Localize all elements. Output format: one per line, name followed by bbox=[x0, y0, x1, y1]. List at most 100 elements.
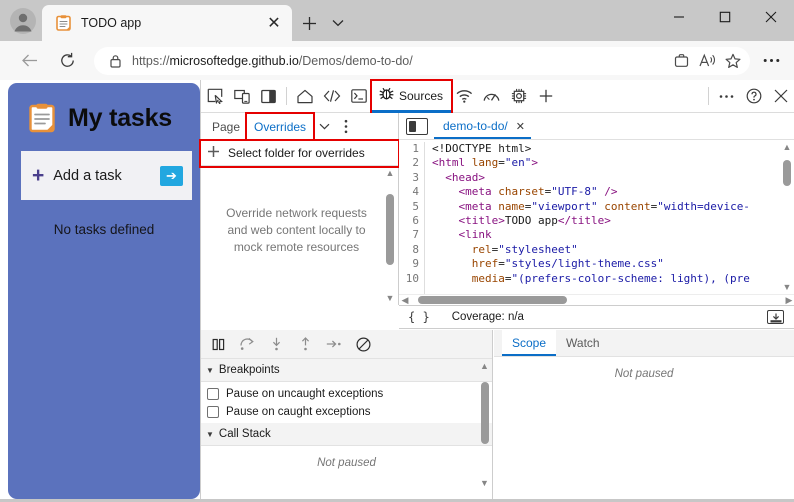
step-out-button[interactable] bbox=[293, 332, 317, 356]
dock-bottom-icon[interactable] bbox=[767, 310, 784, 324]
editor-vertical-scrollbar[interactable]: ▲ ▼ bbox=[781, 142, 793, 292]
code-line[interactable]: <head> bbox=[432, 171, 794, 185]
read-aloud-icon[interactable] bbox=[694, 48, 720, 74]
code-lines[interactable]: <!DOCTYPE html> <html lang="en"> <head> <… bbox=[425, 142, 794, 305]
close-tab-icon[interactable]: ✕ bbox=[264, 13, 284, 33]
checkbox[interactable] bbox=[207, 388, 219, 400]
scope-watch-tabs: Scope Watch bbox=[494, 330, 794, 357]
tab-sources[interactable]: Sources bbox=[369, 78, 454, 114]
code-line[interactable]: <meta charset="UTF-8" /> bbox=[432, 185, 794, 199]
url-scheme: https:// bbox=[132, 53, 170, 68]
memory-icon[interactable] bbox=[505, 83, 532, 110]
scroll-up-icon[interactable]: ▲ bbox=[480, 361, 489, 371]
code-line[interactable]: media="(prefers-color-scheme: light), (p… bbox=[432, 272, 794, 286]
elements-icon[interactable] bbox=[318, 83, 345, 110]
debugger-scrollbar[interactable]: ▲ ▼ bbox=[479, 361, 490, 488]
console-icon[interactable] bbox=[345, 83, 372, 110]
add-task-input[interactable]: + Add a task ➔ bbox=[21, 151, 192, 200]
dock-side-icon[interactable] bbox=[255, 83, 282, 110]
browser-tab-todo-app[interactable]: TODO app ✕ bbox=[42, 5, 292, 41]
call-stack-section-header[interactable]: ▼ Call Stack bbox=[201, 423, 492, 446]
tab-watch[interactable]: Watch bbox=[556, 330, 610, 356]
chevron-down-icon[interactable] bbox=[326, 11, 350, 35]
format-code-icon[interactable]: { } bbox=[408, 310, 430, 324]
step-over-button[interactable] bbox=[235, 332, 259, 356]
pause-resume-button[interactable] bbox=[206, 332, 230, 356]
window-controls bbox=[656, 0, 794, 33]
back-button[interactable] bbox=[14, 46, 44, 76]
code-viewer[interactable]: 1 2 3 4 5 6 7 8 9 10 <!DOCTYPE html> <html lang="e… bbox=[399, 140, 794, 305]
chevron-down-icon[interactable] bbox=[313, 115, 335, 139]
scroll-down-icon[interactable]: ▼ bbox=[480, 478, 489, 488]
code-line[interactable]: <!DOCTYPE html> bbox=[432, 142, 794, 156]
scroll-down-icon[interactable]: ▼ bbox=[386, 293, 395, 303]
editor-horizontal-scrollbar[interactable]: ◀ ▶ bbox=[399, 294, 794, 305]
close-devtools-icon[interactable] bbox=[767, 83, 794, 110]
scroll-right-icon[interactable]: ▶ bbox=[783, 295, 794, 306]
help-icon[interactable] bbox=[740, 83, 767, 110]
line-number: 4 bbox=[412, 185, 419, 199]
bug-icon bbox=[379, 86, 394, 106]
scrollbar-thumb[interactable] bbox=[480, 381, 489, 444]
toolbar-divider bbox=[286, 87, 287, 105]
performance-icon[interactable] bbox=[478, 83, 505, 110]
step-button[interactable] bbox=[322, 332, 346, 356]
navigator-scrollbar[interactable]: ▲ ▼ bbox=[384, 168, 396, 303]
browser-settings-more-button[interactable] bbox=[756, 46, 786, 76]
device-emulation-icon[interactable] bbox=[228, 83, 255, 110]
reload-button[interactable] bbox=[52, 46, 82, 76]
close-icon[interactable]: ✕ bbox=[516, 120, 525, 133]
scrollbar-track[interactable] bbox=[411, 296, 783, 304]
add-task-submit-button[interactable]: ➔ bbox=[160, 165, 183, 186]
code-line[interactable]: <title>TODO app</title> bbox=[432, 214, 794, 228]
add-tab-button[interactable] bbox=[532, 83, 559, 110]
new-tab-button[interactable] bbox=[296, 10, 322, 36]
step-into-button[interactable] bbox=[264, 332, 288, 356]
debugger-controls bbox=[201, 330, 492, 359]
address-bar[interactable]: https://microsoftedge.github.io/Demos/de… bbox=[94, 46, 750, 75]
breakpoints-section-header[interactable]: ▼ Breakpoints bbox=[201, 359, 492, 382]
scrollbar-track[interactable] bbox=[386, 178, 394, 293]
maximize-button[interactable] bbox=[702, 0, 748, 33]
scroll-up-icon[interactable]: ▲ bbox=[386, 168, 395, 178]
scrollbar-thumb[interactable] bbox=[783, 159, 791, 186]
address-bar-url[interactable]: https://microsoftedge.github.io/Demos/de… bbox=[132, 54, 668, 68]
deactivate-breakpoints-button[interactable] bbox=[351, 332, 375, 356]
code-line[interactable]: <meta name="viewport" content="width=dev… bbox=[432, 200, 794, 214]
scrollbar-track[interactable] bbox=[783, 152, 791, 282]
tab-scope[interactable]: Scope bbox=[502, 330, 557, 356]
navigator-more-options-icon[interactable] bbox=[335, 115, 357, 139]
scroll-up-icon[interactable]: ▲ bbox=[783, 142, 792, 152]
breakpoints-label: Breakpoints bbox=[218, 364, 280, 376]
home-icon[interactable] bbox=[291, 83, 318, 110]
code-line[interactable]: href="styles/light-theme.css" bbox=[432, 257, 794, 271]
scrollbar-thumb[interactable] bbox=[386, 194, 394, 266]
scroll-down-icon[interactable]: ▼ bbox=[783, 282, 792, 292]
star-icon[interactable] bbox=[720, 48, 746, 74]
editor-tab-demo-to-do[interactable]: demo-to-do/ ✕ bbox=[434, 113, 531, 139]
pause-uncaught-exceptions-row[interactable]: Pause on uncaught exceptions bbox=[201, 385, 492, 403]
code-line[interactable]: rel="stylesheet" bbox=[432, 243, 794, 257]
pause-caught-label: Pause on caught exceptions bbox=[226, 406, 371, 418]
navigator-toggle-icon[interactable] bbox=[406, 117, 428, 135]
inspect-icon[interactable] bbox=[201, 83, 228, 110]
checkbox[interactable] bbox=[207, 406, 219, 418]
network-icon[interactable] bbox=[451, 83, 478, 110]
code-line[interactable]: <link bbox=[432, 228, 794, 242]
navigator-tab-page[interactable]: Page bbox=[205, 114, 247, 140]
navigator-tab-overrides[interactable]: Overrides bbox=[245, 111, 316, 142]
devtools-toolbar: Sources bbox=[201, 78, 794, 114]
close-window-button[interactable] bbox=[748, 0, 794, 33]
scope-body: Not paused bbox=[494, 357, 794, 502]
pause-caught-exceptions-row[interactable]: Pause on caught exceptions bbox=[201, 403, 492, 421]
profile-avatar[interactable] bbox=[8, 6, 38, 36]
call-stack-empty-message: Not paused bbox=[317, 457, 376, 469]
scroll-left-icon[interactable]: ◀ bbox=[399, 295, 411, 306]
minimize-button[interactable] bbox=[656, 0, 702, 33]
scrollbar-track[interactable] bbox=[480, 371, 489, 478]
scrollbar-thumb[interactable] bbox=[418, 296, 568, 304]
collections-icon[interactable] bbox=[668, 48, 694, 74]
devtools-more-button[interactable] bbox=[713, 83, 740, 110]
code-line[interactable]: <html lang="en"> bbox=[432, 156, 794, 170]
select-folder-for-overrides-button[interactable]: Select folder for overrides bbox=[199, 139, 400, 168]
